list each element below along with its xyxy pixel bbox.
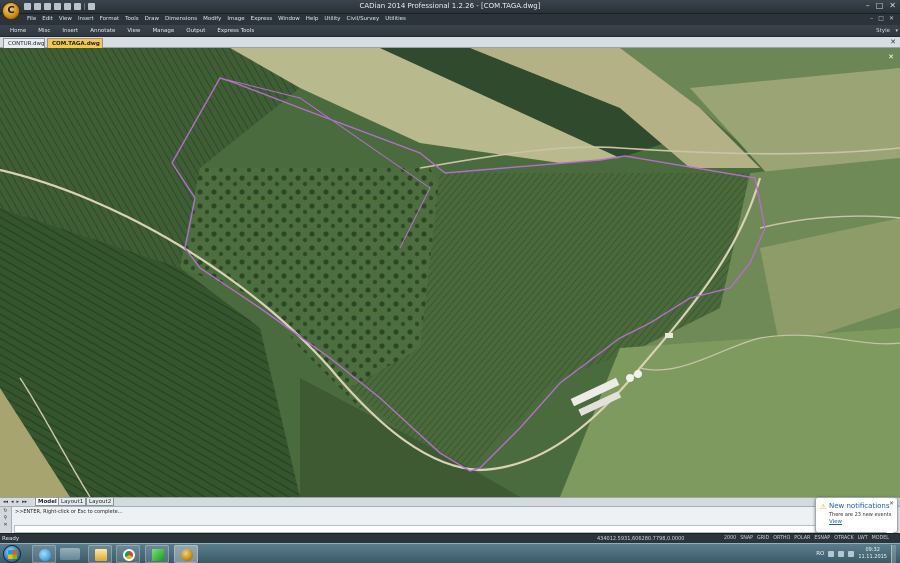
ribbon-tab-manage[interactable]: Manage (146, 25, 180, 37)
clock-time: 09:32 (865, 547, 880, 553)
notification-title: New notifications (829, 502, 890, 510)
close-document-icon[interactable]: ✕ (890, 37, 896, 47)
media-player-icon[interactable] (60, 548, 80, 560)
menu-express[interactable]: Express (248, 14, 275, 25)
status-bar: Ready 434012.5931,606280.7798,0.0000 200… (0, 533, 900, 543)
menu-modify[interactable]: Modify (200, 14, 224, 25)
document-tabs: CONTUR.dwg COM.TAGA.dwg ✕ (0, 37, 900, 48)
command-line-sidebar: ↻ ⚲ ✕ (0, 507, 12, 534)
network-icon[interactable] (838, 551, 845, 557)
menu-view[interactable]: View (56, 14, 75, 25)
maximize-button[interactable]: □ (876, 1, 884, 10)
aerial-image (0, 48, 900, 497)
tab-layout1[interactable]: Layout1 (58, 498, 87, 506)
system-tray: RO 09:32 11.11.2015 (816, 544, 896, 563)
menu-tools[interactable]: Tools (122, 14, 142, 25)
menu-image[interactable]: Image (224, 14, 247, 25)
taskbar: RO 09:32 11.11.2015 (0, 543, 900, 563)
notification-balloon[interactable]: ⚠ New notifications There are 23 new eve… (815, 497, 898, 538)
menu-window[interactable]: Window (275, 14, 303, 25)
menu-dimensions[interactable]: Dimensions (162, 14, 200, 25)
menu-utility[interactable]: Utility (321, 14, 343, 25)
menu-bar: File Edit View Insert Format Tools Draw … (0, 14, 900, 25)
menu-help[interactable]: Help (303, 14, 322, 25)
chrome-icon[interactable] (116, 545, 140, 563)
notification-close-icon[interactable]: ✕ (889, 500, 894, 507)
ribbon-tab-express-tools[interactable]: Express Tools (211, 25, 260, 37)
tab-layout2[interactable]: Layout2 (86, 498, 115, 506)
green-app-icon[interactable] (145, 545, 169, 563)
show-desktop-button[interactable] (891, 545, 896, 563)
menu-edit[interactable]: Edit (39, 14, 56, 25)
menu-insert[interactable]: Insert (75, 14, 97, 25)
ribbon-tab-home[interactable]: Home (4, 25, 32, 37)
warning-icon: ⚠ (820, 503, 827, 511)
chevron-down-icon[interactable]: ▾ (895, 25, 898, 37)
ribbon-tabs-bar: Home Misc Insert Annotate View Manage Ou… (0, 25, 900, 37)
volume-icon[interactable] (848, 551, 855, 557)
app-logo-icon[interactable]: C (2, 2, 20, 20)
options-icon[interactable]: ⚲ (0, 515, 11, 522)
doc-tab-contur[interactable]: CONTUR.dwg (3, 38, 45, 48)
menu-utilities[interactable]: Utilities (382, 14, 409, 25)
language-indicator[interactable]: RO (816, 551, 824, 557)
command-line-panel: ↻ ⚲ ✕ >>ENTER, Right-click or Esc to com… (0, 506, 900, 534)
style-menu[interactable]: Style (876, 25, 890, 37)
ribbon-tab-insert[interactable]: Insert (56, 25, 84, 37)
ribbon-tab-output[interactable]: Output (180, 25, 211, 37)
document-window-controls: – □ ✕ (870, 15, 894, 22)
close-drawing-icon[interactable]: ✕ (888, 53, 894, 61)
clock[interactable]: 09:32 11.11.2015 (858, 547, 887, 561)
notification-view-link[interactable]: View (829, 519, 842, 525)
close-command-line-icon[interactable]: ✕ (0, 522, 11, 529)
ribbon-tab-misc[interactable]: Misc (32, 25, 56, 37)
ribbon-tab-annotate[interactable]: Annotate (84, 25, 121, 37)
command-input[interactable] (14, 525, 826, 533)
title-bar: C CADian 2014 Professional 1.2.26 - [COM… (0, 0, 900, 20)
cadian-window: C CADian 2014 Professional 1.2.26 - [COM… (0, 0, 900, 563)
minimize-button[interactable]: – (866, 1, 870, 10)
cadian-icon[interactable] (174, 545, 198, 563)
doc-minimize-button[interactable]: – (870, 15, 873, 22)
menu-civil-survey[interactable]: Civil/Survey (344, 14, 383, 25)
menu-file[interactable]: File (24, 14, 39, 25)
explorer-icon[interactable] (88, 545, 112, 563)
menu-format[interactable]: Format (97, 14, 122, 25)
tab-model[interactable]: Model (35, 498, 60, 506)
start-icon[interactable] (3, 545, 21, 563)
doc-restore-button[interactable]: □ (878, 15, 884, 22)
ribbon-tab-view[interactable]: View (121, 25, 146, 37)
window-controls: – □ ✕ (866, 1, 896, 10)
clock-date: 11.11.2015 (858, 554, 887, 560)
command-history: >>ENTER, Right-click or Esc to complete.… (15, 509, 123, 515)
notification-text: There are 23 new events (829, 512, 892, 518)
doc-tab-com-taga[interactable]: COM.TAGA.dwg (47, 38, 103, 48)
refresh-icon[interactable]: ↻ (0, 508, 11, 515)
internet-explorer-icon[interactable] (32, 545, 56, 563)
tray-up-arrow-icon[interactable] (828, 551, 835, 557)
close-button[interactable]: ✕ (889, 1, 896, 10)
window-title: CADian 2014 Professional 1.2.26 - [COM.T… (359, 2, 541, 10)
drawing-canvas[interactable]: ✕ (0, 48, 900, 497)
layout-tabs-bar: ◂◂ ◂ ▸ ▸▸ Model Layout1 Layout2 (0, 497, 900, 506)
menu-draw[interactable]: Draw (142, 14, 162, 25)
doc-close-button[interactable]: ✕ (889, 15, 894, 22)
